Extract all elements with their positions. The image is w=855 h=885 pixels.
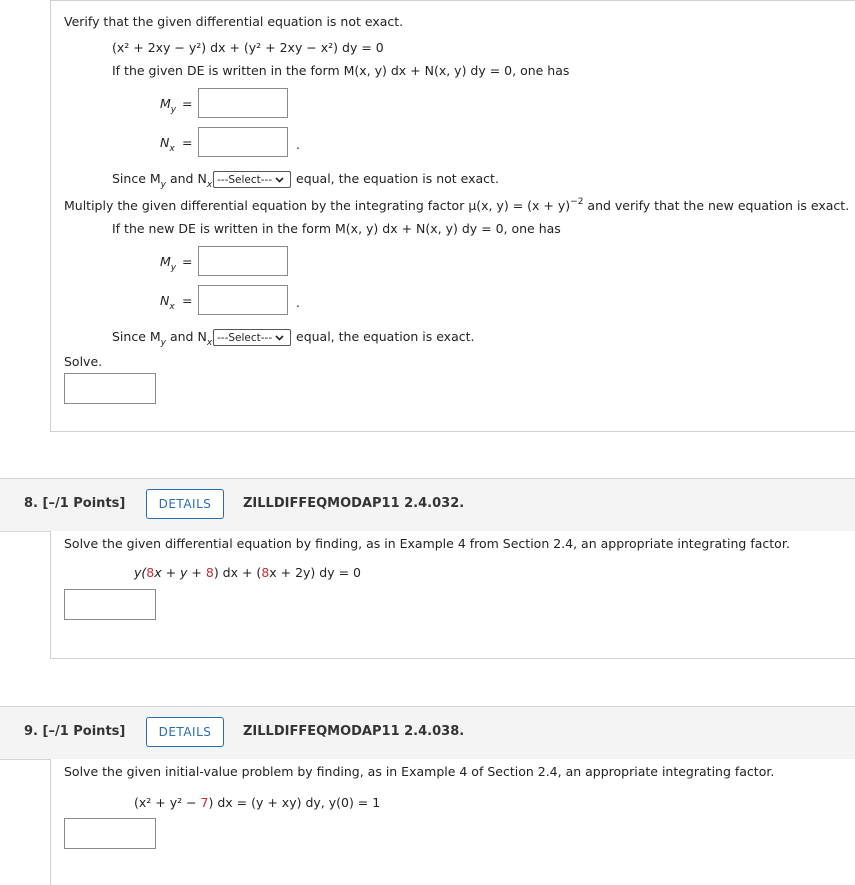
equals-sign: = xyxy=(182,254,193,269)
since-row-2: Since My and Nx xyxy=(112,329,213,348)
since-suffix-1: equal, the equation is not exact. xyxy=(296,171,499,186)
since-suffix-2: equal, the equation is exact. xyxy=(296,329,475,344)
points-label: 9. [–/1 Points] xyxy=(24,724,126,739)
chevron-down-icon xyxy=(275,174,284,186)
question-8-header: 8. [–/1 Points] DETAILS ZILLDIFFEQMODAP1… xyxy=(0,478,855,532)
solve-label: Solve. xyxy=(64,354,103,369)
problem-code: ZILLDIFFEQMODAP11 2.4.038. xyxy=(243,724,465,739)
q7-equation: (x² + 2xy − y²) dx + (y² + 2xy − x²) dy … xyxy=(112,40,384,55)
chevron-down-icon xyxy=(275,332,284,344)
my-label-2: My xyxy=(160,254,177,273)
my-input-1[interactable] xyxy=(198,88,288,118)
q9-prompt: Solve the given initial-value problem by… xyxy=(64,764,775,779)
equals-sign: = xyxy=(182,293,193,308)
details-button[interactable]: DETAILS xyxy=(146,489,224,519)
nx-input-1[interactable] xyxy=(198,127,288,157)
q8-prompt: Solve the given differential equation by… xyxy=(64,536,790,551)
q9-answer-input[interactable] xyxy=(64,818,156,849)
form-text-2: If the new DE is written in the form M(x… xyxy=(112,221,561,236)
equals-sign: = xyxy=(182,96,193,111)
problem-code: ZILLDIFFEQMODAP11 2.4.032. xyxy=(243,496,465,511)
form-text-1: If the given DE is written in the form M… xyxy=(112,63,570,78)
nx-input-2[interactable] xyxy=(198,285,288,315)
q8-answer-input[interactable] xyxy=(64,589,156,620)
nx-label-2: Nx xyxy=(160,293,175,312)
question-9-header: 9. [–/1 Points] DETAILS ZILLDIFFEQMODAP1… xyxy=(0,706,855,760)
period: . xyxy=(296,295,300,310)
nx-label-1: Nx xyxy=(160,135,175,154)
equality-select-1[interactable]: ---Select--- xyxy=(213,171,291,188)
verify-text: Verify that the given differential equat… xyxy=(64,14,404,29)
q8-equation: y(8x + y + 8) dx + (8x + 2y) dy = 0 xyxy=(134,565,361,580)
period: . xyxy=(296,137,300,152)
my-input-2[interactable] xyxy=(198,246,288,276)
points-label: 8. [–/1 Points] xyxy=(24,496,126,511)
details-button[interactable]: DETAILS xyxy=(146,717,224,747)
equality-select-2[interactable]: ---Select--- xyxy=(213,329,291,346)
my-label-1: My xyxy=(160,96,177,115)
equals-sign: = xyxy=(182,135,193,150)
multiply-text: Multiply the given differential equation… xyxy=(64,197,850,213)
q9-equation: (x² + y² − 7) dx = (y + xy) dy, y(0) = 1 xyxy=(134,795,381,810)
solve-answer-input[interactable] xyxy=(64,373,156,404)
since-row-1: Since My and Nx xyxy=(112,171,213,190)
